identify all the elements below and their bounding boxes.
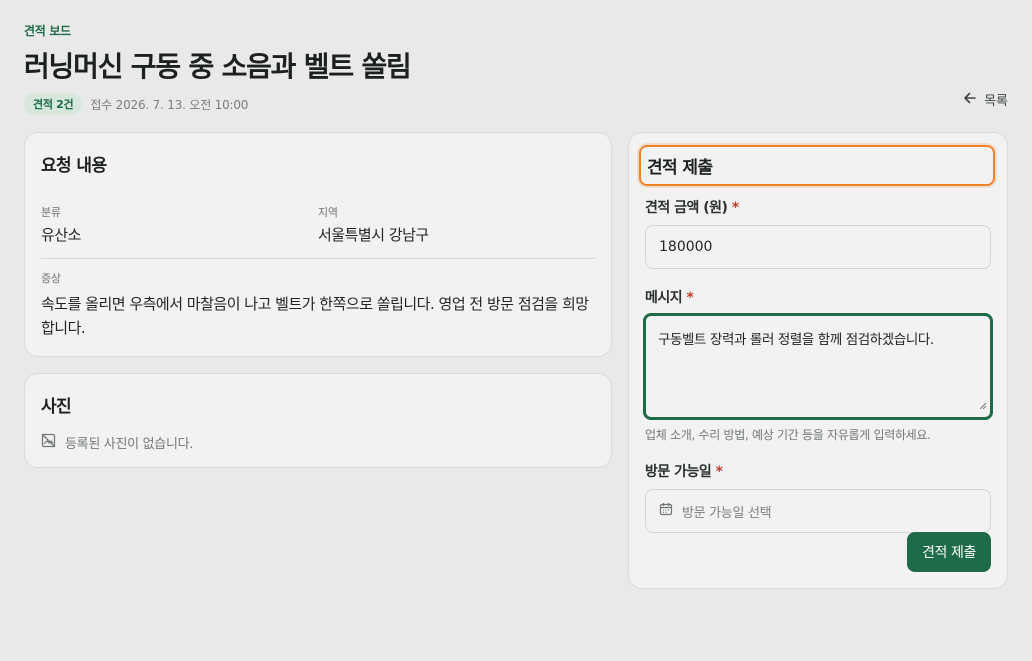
photo-card: 사진 등록된 사진이 없습니다.: [24, 373, 612, 468]
resize-handle-icon[interactable]: [979, 398, 987, 414]
category-label: 분류: [41, 206, 61, 219]
breadcrumb[interactable]: 견적 보드: [24, 22, 1008, 39]
empty-photo-text: 등록된 사진이 없습니다.: [65, 437, 194, 452]
request-fields: 분류 유산소 지역 서울특별시 강남구: [41, 204, 595, 245]
category-value: 유산소: [41, 226, 81, 244]
request-title: 요청 내용: [41, 156, 107, 176]
region-label: 지역: [318, 206, 338, 219]
quote-form-card: 견적 제출 견적 금액 (원) * 180000 메시지 * 구동벨트 장력과 …: [628, 132, 1008, 589]
back-label: 목록: [984, 94, 1008, 109]
empty-photo-message: 등록된 사진이 없습니다.: [41, 433, 595, 452]
date-label: 방문 가능일 *: [645, 461, 991, 481]
amount-label: 견적 금액 (원) *: [645, 197, 991, 217]
amount-label-text: 견적 금액 (원): [645, 200, 728, 216]
message-value: 구동벨트 장력과 롤러 정렬을 함께 점검하겠습니다.: [658, 332, 934, 348]
required-mark: *: [686, 290, 694, 306]
divider: [41, 258, 595, 259]
symptom-label: 증상: [41, 272, 61, 285]
page-header: 견적 보드 러닝머신 구동 중 소음과 벨트 쏠림 견적 2건 접수 2026.…: [24, 22, 1008, 115]
arrow-left-icon: [963, 91, 984, 109]
date-placeholder: 방문 가능일 선택: [682, 505, 772, 521]
submit-quote-button[interactable]: 견적 제출: [907, 532, 991, 572]
region-field: 지역 서울특별시 강남구: [318, 204, 595, 245]
message-label-text: 메시지: [645, 290, 683, 306]
message-textarea[interactable]: 구동벨트 장력과 롤러 정렬을 함께 점검하겠습니다.: [643, 313, 993, 420]
date-label-text: 방문 가능일: [645, 464, 712, 480]
required-mark: *: [731, 200, 739, 216]
visit-date-picker[interactable]: 방문 가능일 선택: [645, 489, 991, 533]
quote-form-title[interactable]: 견적 제출: [639, 145, 995, 186]
message-hint: 업체 소개, 수리 방법, 예상 기간 등을 자유롭게 입력하세요.: [645, 428, 931, 442]
message-label: 메시지 *: [645, 287, 991, 307]
amount-input[interactable]: 180000: [645, 225, 991, 269]
page-title: 러닝머신 구동 중 소음과 벨트 쏠림: [24, 50, 412, 83]
calendar-icon: [659, 502, 682, 520]
request-card: 요청 내용 분류 유산소 지역 서울특별시 강남구 증상 속도를 올리면 우측에…: [24, 132, 612, 357]
photo-title: 사진: [41, 397, 72, 417]
category-field: 분류 유산소: [41, 204, 318, 245]
quote-count-badge: 견적 2건: [24, 93, 83, 115]
symptom-value: 속도를 올리면 우측에서 마찰음이 나고 벨트가 한쪽으로 쏠립니다. 영업 전…: [41, 295, 589, 337]
image-off-icon: [41, 433, 65, 452]
amount-value: 180000: [659, 239, 713, 255]
submitted-date: 접수 2026. 7. 13. 오전 10:00: [90, 97, 249, 112]
region-value: 서울특별시 강남구: [318, 226, 429, 244]
back-to-list-link[interactable]: 목록: [963, 90, 1008, 109]
meta-row: 견적 2건 접수 2026. 7. 13. 오전 10:00: [24, 93, 1008, 115]
required-mark: *: [715, 464, 723, 480]
